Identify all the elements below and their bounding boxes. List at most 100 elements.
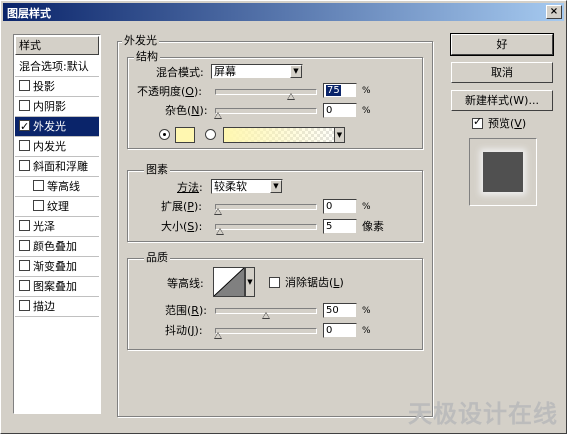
style-checkbox[interactable]: [19, 220, 30, 231]
watermark: 天极设计在线: [408, 399, 558, 428]
anti-alias-checkbox[interactable]: [269, 277, 280, 288]
layer-style-dialog: 图层样式 × 样式 混合选项:默认投影内阴影外发光内发光斜面和浮雕等高线纹理光泽…: [0, 0, 567, 434]
style-list-item[interactable]: 外发光: [15, 117, 99, 137]
contour-preview[interactable]: [213, 267, 245, 297]
structure-title: 结构: [134, 50, 160, 63]
style-list-item[interactable]: 混合选项:默认: [15, 57, 99, 77]
outer-glow-title: 外发光: [122, 34, 159, 47]
jitter-input[interactable]: 0: [323, 323, 357, 338]
style-list-item-label: 图案叠加: [33, 280, 77, 293]
ok-button[interactable]: 好: [450, 33, 554, 56]
chevron-down-icon: ▼: [290, 65, 302, 78]
style-list-item-label: 描边: [33, 300, 55, 313]
noise-input[interactable]: 0: [323, 103, 357, 118]
opacity-slider-thumb[interactable]: [287, 93, 295, 100]
size-unit: 像素: [362, 220, 384, 233]
style-list-item[interactable]: 描边: [15, 297, 99, 317]
spread-slider-thumb[interactable]: [214, 208, 222, 215]
chevron-down-icon: ▼: [270, 180, 282, 193]
style-checkbox[interactable]: [33, 200, 44, 211]
style-list-item-label: 等高线: [47, 180, 80, 193]
method-label: 方法:: [177, 181, 203, 194]
style-list-item-label: 斜面和浮雕: [33, 160, 88, 173]
style-list-item-label: 外发光: [33, 120, 66, 133]
range-slider-thumb[interactable]: [262, 312, 270, 319]
style-list-item-label: 渐变叠加: [33, 260, 77, 273]
style-list-item[interactable]: 颜色叠加: [15, 237, 99, 257]
style-preview: [469, 138, 537, 206]
style-list-item[interactable]: 投影: [15, 77, 99, 97]
noise-slider[interactable]: [214, 108, 317, 119]
style-preview-swatch: [483, 152, 523, 192]
cancel-button[interactable]: 取消: [451, 62, 553, 83]
jitter-slider-thumb[interactable]: [214, 332, 222, 339]
style-list-item[interactable]: 渐变叠加: [15, 257, 99, 277]
range-unit: %: [362, 306, 371, 316]
style-checkbox[interactable]: [19, 160, 30, 171]
spread-input[interactable]: 0: [323, 199, 357, 214]
style-checkbox[interactable]: [19, 80, 30, 91]
glow-color-swatch[interactable]: [175, 127, 195, 143]
opacity-input[interactable]: 75: [323, 83, 357, 98]
style-list-item-label: 投影: [33, 80, 55, 93]
style-list-item[interactable]: 等高线: [15, 177, 99, 197]
style-checkbox[interactable]: [19, 140, 30, 151]
style-list-item[interactable]: 纹理: [15, 197, 99, 217]
style-list-item[interactable]: 斜面和浮雕: [15, 157, 99, 177]
preview-checkbox[interactable]: [472, 115, 483, 129]
spread-slider[interactable]: [214, 204, 317, 215]
style-list-header[interactable]: 样式: [15, 36, 99, 55]
noise-unit: %: [362, 106, 371, 116]
noise-slider-thumb[interactable]: [214, 112, 222, 119]
jitter-unit: %: [362, 326, 371, 336]
blend-mode-label: 混合模式:: [156, 66, 204, 79]
gradient-radio[interactable]: [205, 129, 216, 140]
style-list-item-label: 光泽: [33, 220, 55, 233]
style-list-item[interactable]: 内阴影: [15, 97, 99, 117]
style-list-item-label: 颜色叠加: [33, 240, 77, 253]
contour-label: 等高线:: [167, 277, 204, 290]
style-checkbox[interactable]: [19, 100, 30, 111]
title-bar: 图层样式 ×: [3, 3, 564, 21]
size-input[interactable]: 5: [323, 219, 357, 234]
range-slider[interactable]: [215, 308, 317, 319]
method-select[interactable]: 较柔软 ▼: [211, 179, 283, 194]
solid-color-radio[interactable]: [159, 129, 170, 140]
elements-title: 图素: [144, 163, 170, 176]
spread-label: 扩展(P):: [161, 200, 202, 213]
opacity-label: 不透明度(O):: [137, 85, 202, 98]
blend-mode-value: 屏幕: [214, 65, 236, 78]
style-checkbox[interactable]: [19, 117, 30, 136]
chevron-down-icon[interactable]: ▼: [245, 267, 255, 297]
style-list-item-label: 内阴影: [33, 100, 66, 113]
style-list-item-label: 纹理: [47, 200, 69, 213]
style-checkbox[interactable]: [19, 300, 30, 311]
style-list-item-label: 混合选项:默认: [19, 60, 89, 73]
style-checkbox[interactable]: [19, 260, 30, 271]
style-list-item[interactable]: 图案叠加: [15, 277, 99, 297]
contour-curve-icon: [213, 267, 245, 297]
style-list-item[interactable]: 内发光: [15, 137, 99, 157]
method-value: 较柔软: [214, 180, 247, 193]
style-checkbox[interactable]: [19, 240, 30, 251]
style-list-item[interactable]: 光泽: [15, 217, 99, 237]
style-checkbox[interactable]: [33, 180, 44, 191]
range-input[interactable]: 50: [323, 303, 357, 318]
dialog-title: 图层样式: [7, 7, 51, 20]
size-slider-thumb[interactable]: [216, 228, 224, 235]
jitter-label: 抖动(J):: [165, 324, 203, 337]
close-button[interactable]: ×: [546, 5, 562, 19]
size-label: 大小(S):: [161, 220, 203, 233]
new-style-button[interactable]: 新建样式(W)...: [451, 90, 553, 111]
spread-unit: %: [362, 202, 371, 212]
chevron-down-icon: ▼: [334, 128, 344, 142]
size-slider[interactable]: [215, 224, 317, 235]
quality-title: 品质: [144, 251, 170, 264]
style-checkbox[interactable]: [19, 280, 30, 291]
style-list-item-label: 内发光: [33, 140, 66, 153]
opacity-slider[interactable]: [215, 89, 317, 100]
range-label: 范围(R):: [165, 304, 207, 317]
jitter-slider[interactable]: [214, 328, 317, 339]
blend-mode-select[interactable]: 屏幕 ▼: [211, 64, 303, 79]
gradient-picker[interactable]: ▼: [223, 127, 345, 143]
